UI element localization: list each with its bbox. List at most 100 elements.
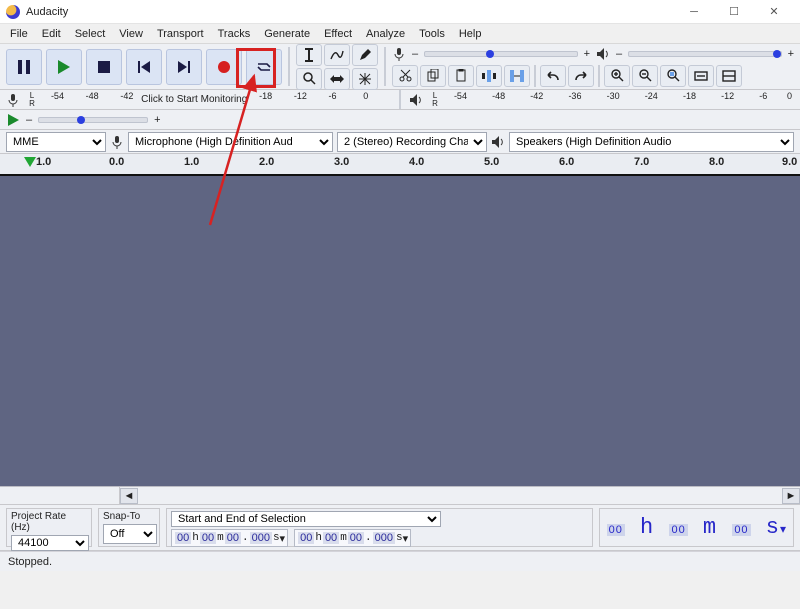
skip-end-button[interactable] [166,49,202,85]
cut-button[interactable] [392,65,418,87]
fit-project-button[interactable] [688,65,714,87]
status-text: Stopped. [8,556,52,568]
maximize-button[interactable]: ☐ [714,0,754,24]
multi-tool-button[interactable] [352,68,378,90]
close-button[interactable]: ✕ [754,0,794,24]
window-title: Audacity [26,6,68,18]
stop-button[interactable] [86,49,122,85]
menu-help[interactable]: Help [452,26,489,42]
ruler-number: 8.0 [709,156,724,168]
silence-button[interactable] [504,65,530,87]
device-toolbar: MME Microphone (High Definition Aud 2 (S… [0,130,800,154]
menu-tracks[interactable]: Tracks [211,26,258,42]
ruler-number: 9.0 [782,156,797,168]
selection-end-time[interactable]: 00h00m00.000s▾ [294,529,411,547]
copy-button[interactable] [420,65,446,87]
zoom-tool-button[interactable] [296,68,322,90]
audio-position-display[interactable]: 00 h 00 m 00 s▾ [599,508,794,547]
meter-tick: -54 [51,91,64,101]
ruler-number: 3.0 [334,156,349,168]
loop-button[interactable] [246,49,282,85]
playhead-icon[interactable] [24,157,36,167]
zoom-toggle-button[interactable] [716,65,742,87]
meter-tick: -54 [454,91,467,101]
meter-tick: -6 [759,91,767,101]
speaker-icon [491,135,505,149]
play-button[interactable] [46,49,82,85]
playback-device-select[interactable]: Speakers (High Definition Audio [509,132,794,152]
trim-button[interactable] [476,65,502,87]
playback-speed-slider[interactable] [38,117,148,123]
snap-to-label: Snap-To [103,511,155,522]
scroll-left-button[interactable]: ◄ [120,488,138,504]
play-at-speed-toolbar: – + [0,110,800,130]
zoom-out-button[interactable] [632,65,658,87]
start-monitoring-label[interactable]: Click to Start Monitoring [141,94,247,105]
ruler-number: 1.0 [184,156,199,168]
selection-toolbar: Project Rate (Hz) 44100 Snap-To Off Star… [0,505,800,551]
title-bar: Audacity ─ ☐ ✕ [0,0,800,24]
meter-tick: -42 [120,91,133,101]
selection-tool-button[interactable] [296,44,322,66]
playback-volume-slider[interactable] [628,51,781,57]
minimize-button[interactable]: ─ [674,0,714,24]
menu-effect[interactable]: Effect [317,26,359,42]
menu-tools[interactable]: Tools [412,26,452,42]
menu-bar: File Edit Select View Transport Tracks G… [0,24,800,44]
envelope-tool-button[interactable] [324,44,350,66]
meter-tick: -42 [530,91,543,101]
play-at-speed-button[interactable] [8,114,20,126]
meter-tick: 0 [363,91,368,101]
record-button[interactable] [206,49,242,85]
app-logo-icon [6,5,20,19]
ruler-number: 1.0 [36,156,51,168]
ruler-number: 7.0 [634,156,649,168]
recording-volume-slider[interactable] [424,51,577,57]
menu-transport[interactable]: Transport [150,26,211,42]
meter-tick: -12 [721,91,734,101]
ruler-number: 2.0 [259,156,274,168]
channel-labels: LR [26,92,38,108]
zoom-in-button[interactable] [604,65,630,87]
recording-meter[interactable]: LR -54 -48 -42 Click to Start Monitoring… [0,90,800,110]
recording-device-select[interactable]: Microphone (High Definition Aud [128,132,333,152]
speaker-level-icon [596,47,610,61]
meter-tick: -30 [607,91,620,101]
timeshift-tool-button[interactable] [324,68,350,90]
menu-select[interactable]: Select [68,26,113,42]
meter-tick: -24 [645,91,658,101]
menu-file[interactable]: File [3,26,35,42]
fit-selection-button[interactable] [660,65,686,87]
menu-view[interactable]: View [112,26,150,42]
mic-icon [6,93,20,107]
skip-start-button[interactable] [126,49,162,85]
project-rate-label: Project Rate (Hz) [11,511,87,533]
scroll-right-button[interactable]: ► [782,488,800,504]
menu-generate[interactable]: Generate [257,26,317,42]
snap-to-select[interactable]: Off [103,524,157,544]
undo-button[interactable] [540,65,566,87]
menu-analyze[interactable]: Analyze [359,26,412,42]
selection-start-time[interactable]: 00h00m00.000s▾ [171,529,288,547]
audio-host-select[interactable]: MME [6,132,106,152]
menu-edit[interactable]: Edit [35,26,68,42]
speaker-icon [409,93,423,107]
tracks-area[interactable] [0,176,800,487]
redo-button[interactable] [568,65,594,87]
mic-level-icon [392,47,406,61]
timeline-ruler[interactable]: 1.0 0.0 1.0 2.0 3.0 4.0 5.0 6.0 7.0 8.0 … [0,154,800,176]
selection-mode-select[interactable]: Start and End of Selection [171,511,441,527]
paste-button[interactable] [448,65,474,87]
meter-tick: -6 [329,91,337,101]
pause-button[interactable] [6,49,42,85]
meter-tick: -18 [259,91,272,101]
meter-tick: -48 [86,91,99,101]
draw-tool-button[interactable] [352,44,378,66]
project-rate-select[interactable]: 44100 [11,535,89,551]
meter-tick: 0 [787,91,792,101]
status-bar: Stopped. [0,551,800,571]
horizontal-scrollbar[interactable]: ◄ ► [0,487,800,505]
recording-channels-select[interactable]: 2 (Stereo) Recording Chann [337,132,487,152]
ruler-number: 5.0 [484,156,499,168]
playback-meter[interactable]: -54 -48 -42 -36 -30 -24 -18 -12 -6 0 [447,91,794,109]
